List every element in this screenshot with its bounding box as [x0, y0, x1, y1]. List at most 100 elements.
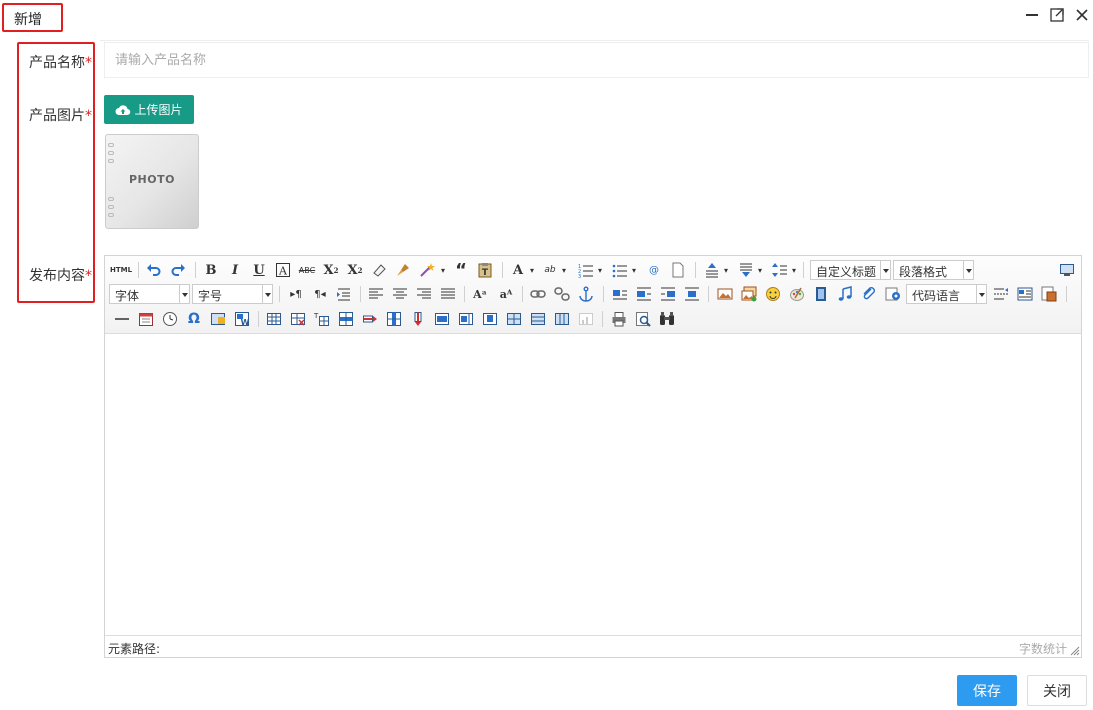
- paragraph-format-select[interactable]: 段落格式: [893, 260, 974, 280]
- upload-image-button[interactable]: 上传图片: [104, 95, 194, 124]
- insert-image-icon[interactable]: [716, 285, 734, 303]
- word-image-icon[interactable]: W: [233, 310, 251, 328]
- delete-column-icon[interactable]: [409, 310, 427, 328]
- resize-handle-icon[interactable]: [1070, 646, 1080, 656]
- ordered-list-icon[interactable]: 123: [577, 261, 595, 279]
- delete-table-icon[interactable]: [289, 310, 307, 328]
- attachment-icon[interactable]: [860, 285, 878, 303]
- emotion-icon[interactable]: [764, 285, 782, 303]
- search-replace-icon[interactable]: [658, 310, 676, 328]
- close-button[interactable]: 关闭: [1027, 675, 1087, 706]
- ltr-direction-icon[interactable]: ▸¶: [287, 285, 305, 303]
- music-icon[interactable]: [836, 285, 854, 303]
- row-spacing-bottom-dropdown-icon[interactable]: ▾: [756, 261, 764, 279]
- date-icon[interactable]: [137, 310, 155, 328]
- image-float-left-icon[interactable]: [635, 285, 653, 303]
- table-chart-icon[interactable]: [577, 310, 595, 328]
- product-name-input[interactable]: [104, 42, 1089, 78]
- superscript-icon[interactable]: X2: [322, 261, 340, 279]
- row-spacing-bottom-icon[interactable]: [737, 261, 755, 279]
- auto-format-icon[interactable]: [418, 261, 436, 279]
- insert-video-icon[interactable]: [812, 285, 830, 303]
- map-icon[interactable]: [884, 285, 902, 303]
- indent-icon[interactable]: [335, 285, 353, 303]
- html-source-button[interactable]: HTML: [110, 261, 132, 279]
- eraser-icon[interactable]: [370, 261, 388, 279]
- line-height-icon[interactable]: [771, 261, 789, 279]
- anchor-icon[interactable]: [577, 285, 595, 303]
- font-size-select[interactable]: 字号: [192, 284, 273, 304]
- insert-frame-icon[interactable]: [209, 310, 227, 328]
- close-icon[interactable]: [1073, 6, 1091, 24]
- align-center-icon[interactable]: [391, 285, 409, 303]
- time-icon[interactable]: [161, 310, 179, 328]
- font-family-select[interactable]: 字体: [109, 284, 190, 304]
- merge-down-icon[interactable]: [481, 310, 499, 328]
- strikethrough-icon[interactable]: ABC: [298, 261, 316, 279]
- cloud-upload-icon: [115, 104, 131, 115]
- font-color-icon[interactable]: A: [509, 261, 527, 279]
- template-icon[interactable]: [1016, 285, 1034, 303]
- unordered-list-dropdown-icon[interactable]: ▾: [630, 261, 638, 279]
- editor-content-area[interactable]: [105, 335, 1081, 635]
- ordered-list-dropdown-icon[interactable]: ▾: [596, 261, 604, 279]
- italic-icon[interactable]: I: [226, 261, 244, 279]
- merge-right-icon[interactable]: [457, 310, 475, 328]
- save-button[interactable]: 保存: [957, 675, 1017, 706]
- insert-column-icon[interactable]: [385, 310, 403, 328]
- to-lowercase-icon[interactable]: aᴬ: [497, 285, 515, 303]
- font-color-dropdown-icon[interactable]: ▾: [528, 261, 536, 279]
- rtl-direction-icon[interactable]: ¶◂: [311, 285, 329, 303]
- delete-row-icon[interactable]: [361, 310, 379, 328]
- redo-icon[interactable]: [169, 261, 187, 279]
- split-to-rows-icon[interactable]: [529, 310, 547, 328]
- print-icon[interactable]: [610, 310, 628, 328]
- form-labels-highlight: 产品名称* 产品图片* 发布内容*: [17, 42, 95, 303]
- background-icon[interactable]: [1040, 285, 1058, 303]
- minimize-icon[interactable]: [1023, 6, 1041, 24]
- unlink-icon[interactable]: [553, 285, 571, 303]
- subscript-icon[interactable]: X2: [346, 261, 364, 279]
- code-language-select[interactable]: 代码语言: [906, 284, 987, 304]
- line-height-dropdown-icon[interactable]: ▾: [790, 261, 798, 279]
- special-chars-icon[interactable]: Ω: [185, 310, 203, 328]
- page-break-icon[interactable]: [669, 261, 687, 279]
- unordered-list-icon[interactable]: [611, 261, 629, 279]
- split-to-columns-icon[interactable]: [553, 310, 571, 328]
- bold-icon[interactable]: B: [202, 261, 220, 279]
- image-float-none-icon[interactable]: [611, 285, 629, 303]
- insert-table-icon[interactable]: [265, 310, 283, 328]
- align-right-icon[interactable]: [415, 285, 433, 303]
- multi-image-icon[interactable]: [740, 285, 758, 303]
- anchor-text-icon[interactable]: @: [645, 261, 663, 279]
- paste-plain-icon[interactable]: T: [476, 261, 494, 279]
- insert-paragraph-before-table-icon[interactable]: T: [313, 310, 331, 328]
- page-break-line-icon[interactable]: [992, 285, 1010, 303]
- blockquote-icon[interactable]: “: [452, 260, 470, 281]
- maximize-icon[interactable]: [1048, 6, 1066, 24]
- fullscreen-icon[interactable]: [1058, 261, 1076, 279]
- align-justify-icon[interactable]: [439, 285, 457, 303]
- undo-icon[interactable]: [145, 261, 163, 279]
- insert-row-icon[interactable]: [337, 310, 355, 328]
- align-left-icon[interactable]: [367, 285, 385, 303]
- scrawl-icon[interactable]: [788, 285, 806, 303]
- custom-title-select[interactable]: 自定义标题: [810, 260, 891, 280]
- image-float-right-icon[interactable]: [659, 285, 677, 303]
- split-to-cells-icon[interactable]: [505, 310, 523, 328]
- horizontal-rule-icon[interactable]: [113, 310, 131, 328]
- photo-placeholder[interactable]: PHOTO: [105, 134, 199, 229]
- background-color-icon[interactable]: ab: [541, 261, 559, 279]
- underline-icon[interactable]: U: [250, 261, 268, 279]
- preview-icon[interactable]: [634, 310, 652, 328]
- image-center-icon[interactable]: [683, 285, 701, 303]
- row-spacing-top-icon[interactable]: [703, 261, 721, 279]
- auto-format-dropdown-icon[interactable]: ▾: [439, 261, 447, 279]
- font-border-icon[interactable]: A: [274, 261, 292, 279]
- background-color-dropdown-icon[interactable]: ▾: [560, 261, 568, 279]
- link-icon[interactable]: [529, 285, 547, 303]
- to-uppercase-icon[interactable]: Aᵃ: [471, 285, 489, 303]
- format-brush-icon[interactable]: [394, 261, 412, 279]
- row-spacing-top-dropdown-icon[interactable]: ▾: [722, 261, 730, 279]
- merge-cells-icon[interactable]: [433, 310, 451, 328]
